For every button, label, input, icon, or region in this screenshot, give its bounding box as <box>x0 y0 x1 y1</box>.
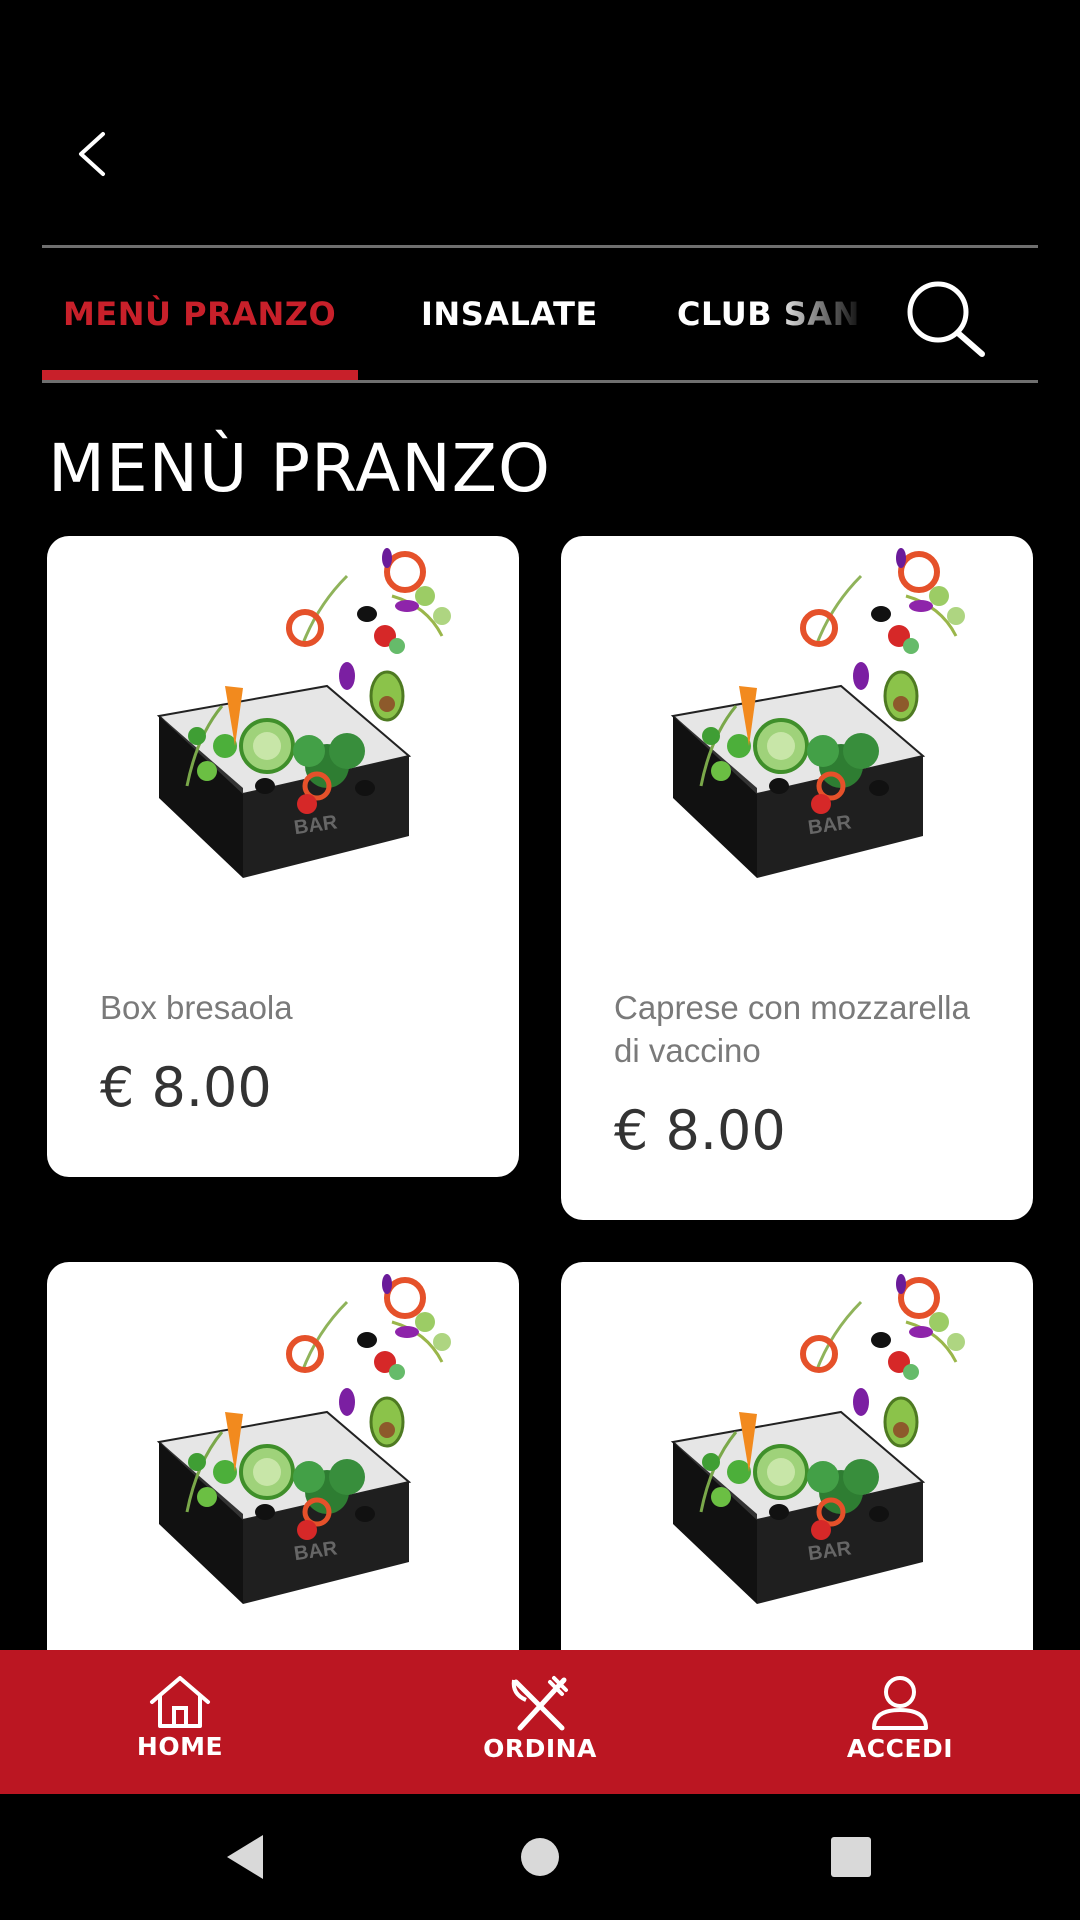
nav-home-label: HOME <box>136 1732 224 1761</box>
product-card[interactable]: Caprese con mozzarella di vaccino € 8.00 <box>561 536 1033 1220</box>
tab-menu-pranzo[interactable]: MENÙ PRANZO <box>42 248 358 380</box>
section-title: MENÙ PRANZO <box>48 430 551 507</box>
back-button[interactable] <box>68 122 116 186</box>
tab-club-sandwich[interactable]: CLUB SAN <box>677 248 887 380</box>
product-name: Caprese con mozzarella di vaccino <box>614 989 970 1069</box>
nav-ordina[interactable]: ORDINA <box>430 1650 650 1794</box>
product-price: € 8.00 <box>100 1056 272 1119</box>
chevron-left-icon <box>79 132 105 176</box>
user-icon <box>872 1676 928 1730</box>
product-card[interactable] <box>561 1262 1033 1650</box>
circle-home-icon <box>521 1838 559 1876</box>
system-recents-button[interactable] <box>806 1794 896 1920</box>
category-tabs: MENÙ PRANZO INSALATE CLUB SAN <box>42 245 1038 383</box>
salad-box-image <box>47 1262 519 1642</box>
app-header <box>0 0 1080 245</box>
system-home-button[interactable] <box>495 1794 585 1920</box>
triangle-back-icon <box>227 1835 263 1879</box>
system-navigation-bar <box>0 1794 1080 1920</box>
nav-accedi[interactable]: ACCEDI <box>790 1650 1010 1794</box>
nav-ordina-label: ORDINA <box>483 1734 597 1763</box>
bottom-navigation: HOME ORDINA ACCEDI <box>0 1650 1080 1794</box>
nav-accedi-label: ACCEDI <box>846 1734 954 1763</box>
search-button[interactable] <box>902 278 992 360</box>
active-tab-indicator <box>42 370 358 380</box>
system-back-button[interactable] <box>200 1794 290 1920</box>
tab-label: CLUB SAN <box>677 295 860 333</box>
salad-box-image <box>47 536 519 916</box>
salad-box-image <box>561 1262 1033 1642</box>
search-icon <box>907 281 985 357</box>
salad-box-image <box>561 536 1033 916</box>
tab-insalate[interactable]: INSALATE <box>421 248 598 380</box>
nav-home[interactable]: HOME <box>70 1650 290 1794</box>
fork-knife-icon <box>511 1676 568 1731</box>
product-card[interactable]: Box bresaola € 8.00 <box>47 536 519 1177</box>
product-grid: Box bresaola € 8.00 Caprese con mozzarel… <box>0 536 1080 1650</box>
square-recents-icon <box>831 1837 871 1877</box>
tab-label: INSALATE <box>421 295 598 333</box>
product-name: Box bresaola <box>100 989 293 1026</box>
tab-label: MENÙ PRANZO <box>63 295 337 333</box>
home-icon <box>150 1676 210 1728</box>
product-card[interactable] <box>47 1262 519 1650</box>
product-price: € 8.00 <box>614 1099 786 1162</box>
